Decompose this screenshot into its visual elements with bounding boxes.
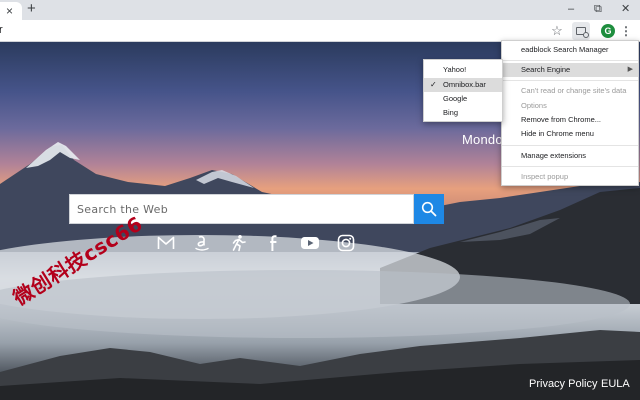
quicklink-instagram[interactable] [335,232,357,254]
submenu-item-bing[interactable]: Bing [424,106,502,120]
kebab-menu-icon[interactable]: ⋮ [620,22,632,40]
submenu-item-google[interactable]: Google [424,92,502,106]
extension-icon[interactable] [572,22,590,40]
menu-item-site-access: Can't read or change site's data [521,86,627,95]
instagram-icon [337,234,355,252]
browser-tab[interactable]: × [0,2,22,20]
menu-item-options: Options [521,101,547,110]
menu-separator [502,80,638,81]
menu-separator [502,145,638,146]
menu-item-manage-extensions[interactable]: Manage extensions [502,149,638,163]
search-icon [421,201,437,217]
menu-item-inspect-popup: Inspect popup [521,172,569,181]
extension-context-menu: eadblock Search Manager Search Engine ▶ … [501,40,639,186]
menu-separator [502,166,638,167]
quicklink-gmail[interactable] [155,232,177,254]
menu-item-remove[interactable]: Remove from Chrome... [502,113,638,127]
submenu-arrow-icon: ▶ [627,66,633,73]
restore-button[interactable]: ⧉ [594,2,602,16]
search-engine-submenu: Yahoo! ✓ Omnibox.bar Google Bing [423,59,503,122]
tab-strip: × + – ⧉ ✕ [0,0,640,20]
submenu-item-yahoo[interactable]: Yahoo! [424,63,502,77]
check-icon: ✓ [430,80,437,89]
menu-item-label: Search Engine [521,65,571,74]
menu-item-search-engine[interactable]: Search Engine ▶ [502,63,638,77]
privacy-policy-link[interactable]: Privacy Policy [529,378,597,390]
submenu-item-omnibox[interactable]: ✓ Omnibox.bar [424,78,502,92]
quicklink-fitness[interactable] [227,232,249,254]
youtube-icon [301,237,319,249]
gmail-icon [157,236,175,249]
close-window-button[interactable]: ✕ [621,2,630,16]
submenu-item-label: Omnibox.bar [443,80,486,89]
quicklink-youtube[interactable] [299,232,321,254]
menu-item-extension-name[interactable]: eadblock Search Manager [502,43,638,57]
runner-icon [232,235,246,252]
browser-toolbar: r ☆ G ⋮ [0,20,640,42]
facebook-icon [270,235,277,251]
omnibox[interactable]: r [0,24,3,36]
quicklink-amazon[interactable] [191,232,213,254]
eula-link[interactable]: EULA [601,378,630,390]
menu-separator [502,60,638,61]
amazon-icon [195,235,209,251]
new-tab-button[interactable]: + [27,1,36,17]
menu-item-hide[interactable]: Hide in Chrome menu [502,127,638,141]
brand-text: Mondo [462,132,503,147]
minimize-button[interactable]: – [568,2,574,16]
quicklink-facebook[interactable] [263,232,285,254]
close-icon[interactable]: × [6,3,13,19]
search-button[interactable] [414,194,444,224]
star-icon[interactable]: ☆ [549,22,565,40]
avatar[interactable]: G [601,24,615,38]
